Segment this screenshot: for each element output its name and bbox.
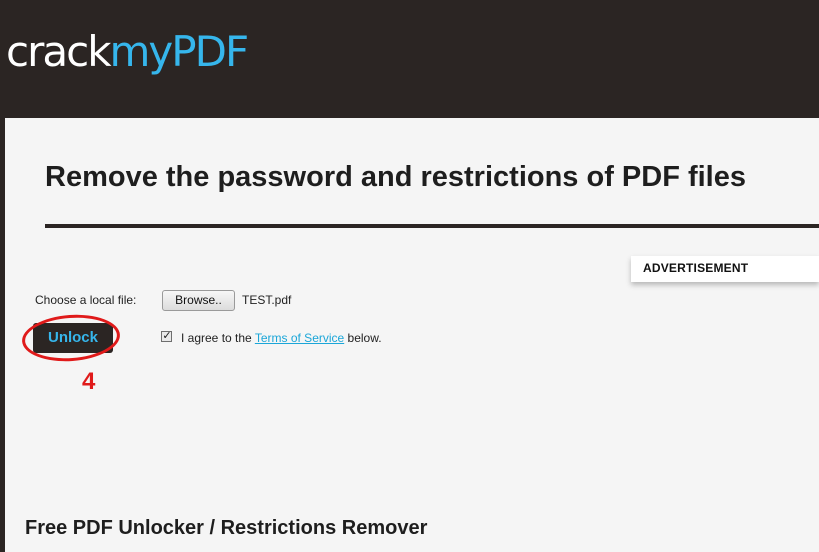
agree-text-suffix: below.	[344, 331, 382, 345]
advertisement-label: ADVERTISEMENT	[643, 261, 749, 275]
logo-text-mypdf: myPDF	[109, 27, 250, 76]
advertisement-box: ADVERTISEMENT	[631, 256, 819, 282]
agree-checkbox[interactable]: ✓	[161, 330, 172, 342]
unlock-button[interactable]: Unlock	[33, 323, 113, 353]
browse-button[interactable]: Browse..	[162, 290, 235, 311]
logo-text-crack: crack	[6, 27, 112, 76]
section-heading: Free PDF Unlocker / Restrictions Remover	[25, 517, 428, 539]
title-divider	[45, 224, 819, 228]
selected-file-name: TEST.pdf	[242, 293, 292, 307]
check-mark-icon: ✓	[162, 330, 172, 342]
agree-text-prefix: I agree to the	[181, 331, 255, 345]
content-panel: Remove the password and restrictions of …	[5, 118, 819, 552]
page-title: Remove the password and restrictions of …	[45, 161, 746, 193]
terms-of-service-link[interactable]: Terms of Service	[255, 331, 344, 345]
agree-text: I agree to the Terms of Service below.	[181, 331, 382, 345]
site-header: crackmyPDF	[0, 0, 819, 118]
choose-file-label: Choose a local file:	[35, 293, 137, 307]
site-logo[interactable]: crackmyPDF	[6, 27, 250, 76]
annotation-step-number: 4	[82, 368, 96, 395]
